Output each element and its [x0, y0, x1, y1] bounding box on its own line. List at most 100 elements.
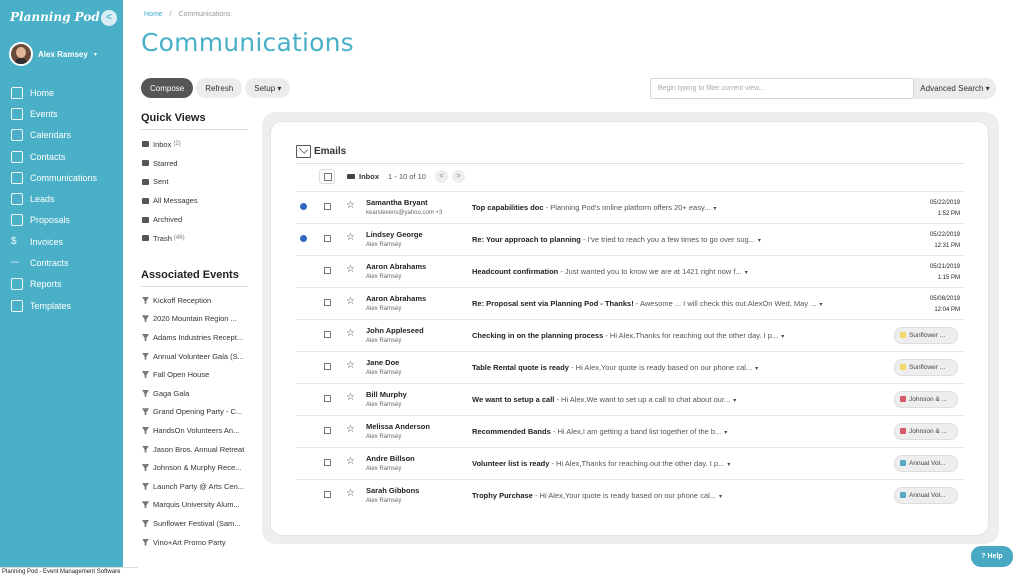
- star-icon[interactable]: ☆: [346, 488, 355, 499]
- caret-down-icon[interactable]: ▾: [727, 462, 730, 468]
- quick-view-trash[interactable]: Trash (46): [142, 229, 198, 248]
- sidebar-item-calendars[interactable]: Calendars: [0, 125, 123, 146]
- select-all-checkbox[interactable]: [319, 169, 335, 184]
- email-date: 05/08/2019 12:04 PM: [930, 294, 960, 316]
- sidebar-item-templates[interactable]: Templates: [0, 295, 123, 316]
- filter-icon: [142, 389, 149, 397]
- previous-page-button[interactable]: <: [434, 170, 448, 183]
- associated-event-item[interactable]: 2020 Mountain Region ...: [142, 310, 250, 329]
- quick-view-all-messages[interactable]: All Messages: [142, 191, 198, 210]
- associated-event-item[interactable]: Annual Volunteer Gala (S...: [142, 347, 250, 366]
- breadcrumb-home-link[interactable]: Home: [144, 11, 163, 18]
- associated-event-item[interactable]: Grand Opening Party - C...: [142, 403, 250, 422]
- email-row[interactable]: ☆ Aaron Abrahams Alex Ramsey Headcount conf…: [296, 255, 964, 287]
- star-icon[interactable]: ☆: [346, 296, 355, 307]
- footer-label: Planning Pod - Event Management Software: [0, 567, 138, 576]
- filter-icon: [142, 445, 149, 453]
- email-checkbox[interactable]: [324, 427, 331, 434]
- email-checkbox[interactable]: [324, 395, 331, 402]
- email-row[interactable]: ☆ Melissa Anderson Alex Ramsey Recommended …: [296, 415, 964, 447]
- setup-dropdown[interactable]: Setup ▾: [245, 78, 291, 98]
- email-recipient: kearstevens@yahoo.com +3: [366, 210, 443, 216]
- associated-event-item[interactable]: Adams Industries Recept...: [142, 328, 250, 347]
- caret-down-icon[interactable]: ▾: [724, 430, 727, 436]
- caret-down-icon[interactable]: ▾: [719, 494, 722, 500]
- sidebar-item-proposals[interactable]: Proposals: [0, 210, 123, 231]
- email-checkbox[interactable]: [324, 299, 331, 306]
- help-button[interactable]: ? Help: [971, 546, 1013, 567]
- associated-event-item[interactable]: Marquis University Alum...: [142, 496, 250, 515]
- email-row[interactable]: ☆ Jane Doe Alex Ramsey Table Rental quote i…: [296, 351, 964, 383]
- sidebar-item-home[interactable]: Home: [0, 82, 123, 103]
- caret-down-icon[interactable]: ▾: [733, 398, 736, 404]
- email-checkbox[interactable]: [324, 363, 331, 370]
- sidebar-item-events[interactable]: Events: [0, 103, 123, 124]
- star-icon[interactable]: ☆: [346, 392, 355, 403]
- email-row[interactable]: ☆ Aaron Abrahams Alex Ramsey Re: Proposal s…: [296, 287, 964, 319]
- associated-event-item[interactable]: Gaga Gala: [142, 384, 250, 403]
- star-icon[interactable]: ☆: [346, 424, 355, 435]
- email-row[interactable]: ☆ Samantha Bryant kearstevens@yahoo.com +3…: [296, 191, 964, 223]
- collapse-sidebar-button[interactable]: <: [101, 10, 117, 26]
- user-menu[interactable]: Alex Ramsey ▾: [9, 42, 97, 66]
- sidebar-item-leads[interactable]: Leads: [0, 188, 123, 209]
- star-icon[interactable]: ☆: [346, 456, 355, 467]
- email-subject-line: Headcount confirmation - Just wanted you…: [472, 267, 902, 276]
- email-checkbox[interactable]: [324, 203, 331, 210]
- associated-event-item[interactable]: Johnson & Murphy Rece...: [142, 458, 250, 477]
- caret-down-icon[interactable]: ▾: [755, 366, 758, 372]
- sidebar-item-invoices[interactable]: $ Invoices: [0, 231, 123, 252]
- star-icon[interactable]: ☆: [346, 200, 355, 211]
- email-row[interactable]: ☆ Sarah Gibbons Alex Ramsey Trophy Purchase…: [296, 479, 964, 511]
- email-checkbox[interactable]: [324, 491, 331, 498]
- associated-event-item[interactable]: Kickoff Reception: [142, 291, 250, 310]
- caret-down-icon[interactable]: ▾: [745, 270, 748, 276]
- event-tag[interactable]: Sunflower ...: [894, 327, 958, 344]
- email-checkbox[interactable]: [324, 235, 331, 242]
- associated-event-item[interactable]: Launch Party @ Arts Cen...: [142, 477, 250, 496]
- associated-event-item[interactable]: Vino+Art Promo Party: [142, 533, 250, 552]
- filter-search-input[interactable]: Begin typing to filter current view...: [650, 78, 914, 99]
- sidebar-item-contacts[interactable]: Contacts: [0, 146, 123, 167]
- refresh-button[interactable]: Refresh: [196, 78, 243, 98]
- advanced-search-dropdown[interactable]: Advanced Search ▾: [914, 78, 996, 99]
- email-row[interactable]: ☆ Bill Murphy Alex Ramsey We want to setup …: [296, 383, 964, 415]
- event-tag[interactable]: Sunflower ...: [894, 359, 958, 376]
- star-icon[interactable]: ☆: [346, 328, 355, 339]
- email-sender: Aaron Abrahams: [366, 294, 427, 303]
- star-icon[interactable]: ☆: [346, 232, 355, 243]
- filter-icon: [142, 352, 149, 360]
- event-tag[interactable]: Annual Vol...: [894, 455, 958, 472]
- email-preview: - Awesome ... I will check this out.Alex…: [633, 299, 817, 308]
- email-row[interactable]: ☆ John Appleseed Alex Ramsey Checking in on…: [296, 319, 964, 351]
- sidebar-item-contracts[interactable]: 〰 Contracts: [0, 252, 123, 273]
- email-checkbox[interactable]: [324, 459, 331, 466]
- associated-event-item[interactable]: Sunflower Festival (Sam...: [142, 514, 250, 533]
- star-icon[interactable]: ☆: [346, 264, 355, 275]
- quick-view-sent[interactable]: Sent: [142, 173, 198, 192]
- next-page-button[interactable]: >: [451, 170, 465, 183]
- associated-event-item[interactable]: HandsOn Volunteers An...: [142, 421, 250, 440]
- caret-down-icon[interactable]: ▾: [781, 334, 784, 340]
- associated-event-item[interactable]: Fall Open House: [142, 365, 250, 384]
- reports-icon: [11, 278, 23, 291]
- email-checkbox[interactable]: [324, 267, 331, 274]
- quick-view-starred[interactable]: Starred: [142, 154, 198, 173]
- star-icon[interactable]: ☆: [346, 360, 355, 371]
- email-row[interactable]: ☆ Lindsey George Alex Ramsey Re: Your appro…: [296, 223, 964, 255]
- compose-button[interactable]: Compose: [141, 78, 194, 98]
- sidebar-item-communications[interactable]: Communications: [0, 167, 123, 188]
- event-tag[interactable]: Johnson & ...: [894, 423, 958, 440]
- quick-view-inbox[interactable]: Inbox (2): [142, 135, 198, 154]
- caret-down-icon[interactable]: ▾: [713, 206, 716, 212]
- associated-event-item[interactable]: Jason Bros. Annual Retreat: [142, 440, 250, 459]
- event-tag[interactable]: Annual Vol...: [894, 487, 958, 504]
- sidebar-item-reports[interactable]: Reports: [0, 274, 123, 295]
- quick-view-archived[interactable]: Archived: [142, 210, 198, 229]
- event-tag[interactable]: Johnson & ...: [894, 391, 958, 408]
- caret-down-icon[interactable]: ▾: [758, 238, 761, 244]
- email-row[interactable]: ☆ Andre Billson Alex Ramsey Volunteer list …: [296, 447, 964, 479]
- email-subject-line: Volunteer list is ready - Hi Alex,Thanks…: [472, 459, 902, 468]
- caret-down-icon[interactable]: ▾: [819, 302, 822, 308]
- email-checkbox[interactable]: [324, 331, 331, 338]
